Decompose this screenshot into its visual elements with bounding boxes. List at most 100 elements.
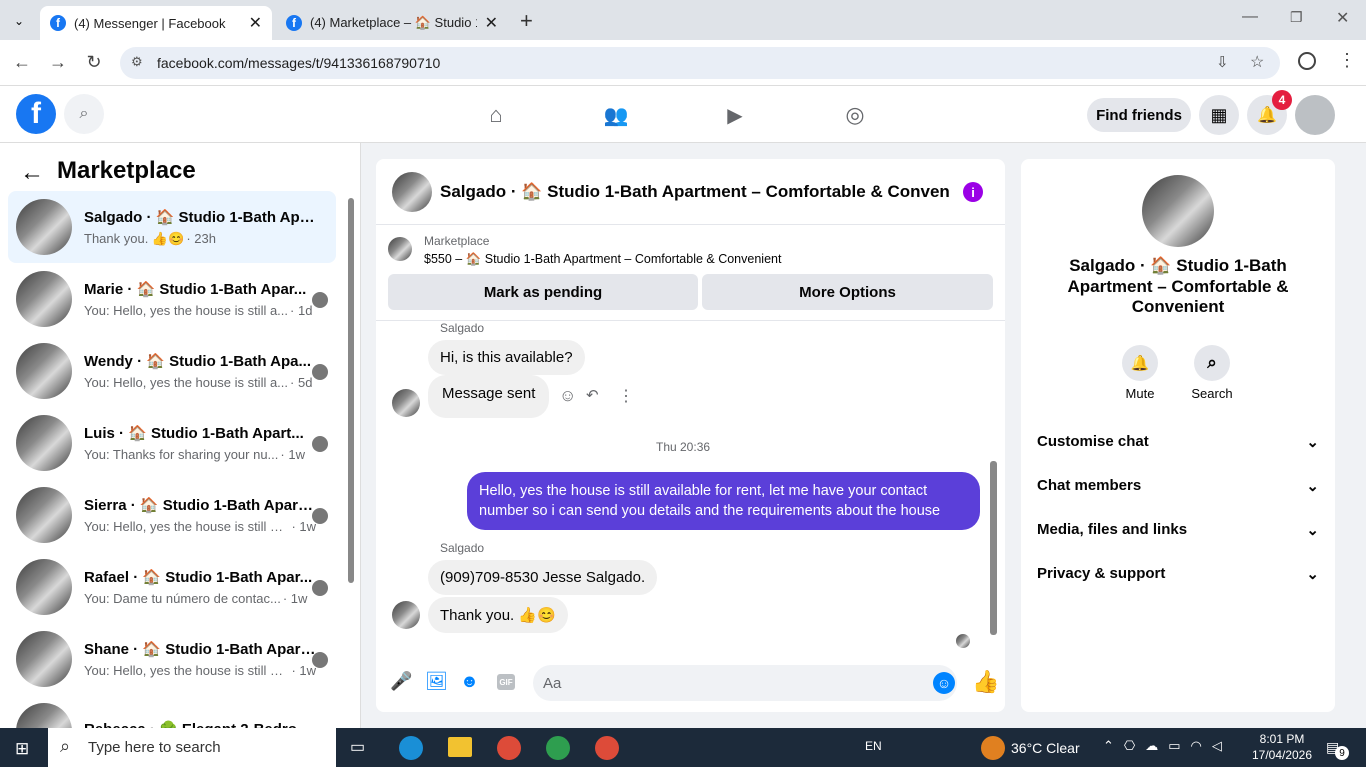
mute-bell-icon[interactable]: 🔔	[1122, 345, 1158, 381]
mark-as-pending-button[interactable]: Mark as pending	[388, 274, 698, 310]
more-options-button[interactable]: More Options	[702, 274, 993, 310]
conversation-preview: You: Hello, yes the house is still a...	[84, 303, 289, 318]
windows-start-icon[interactable]: ⊞	[15, 739, 29, 759]
browser-toolbar: ← → ↻ ⚙ facebook.com/messages/t/94133616…	[0, 40, 1366, 86]
customise-chat-item[interactable]: Customise chat ⌄	[1037, 433, 1319, 451]
system-tray-icons[interactable]: ⌃⎔☁▭◠◁	[1103, 738, 1232, 754]
menu-grid-icon[interactable]: ▦	[1199, 95, 1239, 135]
chrome-icon[interactable]	[546, 736, 570, 760]
bookmark-star-icon[interactable]: ☆	[1250, 52, 1264, 72]
chrome-icon[interactable]	[497, 736, 521, 760]
item-label: Customise chat	[1037, 433, 1149, 450]
chat-scrollbar[interactable]	[990, 461, 997, 635]
conversation-item[interactable]: Marie · 🏠 Studio 1-Bath Apar... You: Hell…	[8, 263, 336, 335]
address-bar[interactable]: ⚙ facebook.com/messages/t/94133616879071…	[120, 47, 1280, 79]
chat-details-panel: Salgado · 🏠 Studio 1-Bath Apartment – Co…	[1021, 159, 1335, 712]
conversation-preview-row: You: Hello, yes the house is still ava..…	[84, 663, 316, 678]
incoming-message[interactable]: Thank you. 👍😊	[428, 597, 568, 633]
seen-avatar	[956, 634, 970, 648]
emoji-icon[interactable]: ☺	[933, 672, 955, 694]
conversation-name: Marie · 🏠 Studio 1-Bath Apar...	[84, 281, 307, 298]
edge-icon[interactable]	[399, 736, 423, 760]
incoming-message[interactable]: (909)709-8530 Jesse Salgado.	[428, 560, 658, 595]
clock-date[interactable]: 17/04/2026	[1248, 748, 1316, 762]
conversation-preview: You: Thanks for sharing your nu...	[84, 447, 279, 462]
close-window-icon[interactable]: ✕	[1336, 8, 1349, 28]
language-indicator[interactable]: EN	[865, 739, 882, 753]
outgoing-message[interactable]: Hello, yes the house is still available …	[467, 472, 980, 530]
privacy-support-item[interactable]: Privacy & support ⌄	[1037, 565, 1319, 583]
conversation-item[interactable]: Shane · 🏠 Studio 1-Bath Apart... You: Hel…	[8, 623, 336, 695]
search-icon[interactable]: ⌕	[1194, 345, 1230, 381]
home-icon[interactable]: ⌂	[481, 100, 511, 130]
conversation-preview-row: You: Hello, yes the house is still a... ·…	[84, 375, 316, 390]
sender-avatar[interactable]	[392, 601, 420, 629]
file-explorer-icon[interactable]	[448, 737, 472, 757]
video-icon[interactable]: ▶	[720, 100, 750, 130]
read-receipt-avatar	[312, 436, 328, 452]
back-arrow-icon[interactable]: ←	[20, 159, 44, 187]
listing-detail[interactable]: $550 – 🏠 Studio 1-Bath Apartment – Comfo…	[424, 252, 781, 267]
forward-icon[interactable]: →	[46, 52, 70, 73]
photo-icon[interactable]: 🖼	[425, 671, 448, 692]
restore-icon[interactable]: ❐	[1290, 9, 1303, 26]
details-avatar[interactable]	[1142, 175, 1214, 247]
site-info-icon[interactable]: ⚙	[131, 54, 143, 70]
sender-avatar[interactable]	[392, 389, 420, 417]
react-icon[interactable]: ☺	[559, 386, 576, 406]
task-view-icon[interactable]: ▭	[350, 737, 365, 757]
facebook-logo-icon[interactable]: f	[16, 94, 56, 134]
sticker-icon[interactable]: ☻	[460, 671, 479, 692]
incoming-message[interactable]: Hi, is this available?	[428, 340, 585, 375]
conversation-preview-row: You: Thanks for sharing your nu... · 1w	[84, 447, 316, 462]
chat-members-item[interactable]: Chat members ⌄	[1037, 477, 1319, 495]
microphone-icon[interactable]: 🎤	[390, 671, 412, 692]
item-label: Privacy & support	[1037, 565, 1166, 582]
like-thumb-icon[interactable]: 👍	[972, 669, 999, 695]
weather-text[interactable]: 36°C Clear	[1011, 740, 1080, 756]
chevron-down-icon: ⌄	[1306, 566, 1319, 583]
close-tab-icon[interactable]: ✕	[485, 13, 498, 33]
conversation-item[interactable]: Luis · 🏠 Studio 1-Bath Apart... You: Than…	[8, 407, 336, 479]
conversation-time: · 1d	[290, 303, 313, 318]
clock-time[interactable]: 8:01 PM	[1254, 732, 1310, 746]
media-files-links-item[interactable]: Media, files and links ⌄	[1037, 521, 1319, 539]
tab-list-icon[interactable]: ⌄	[8, 10, 30, 32]
incoming-message[interactable]: Message sent	[428, 375, 550, 418]
close-tab-icon[interactable]: ✕	[249, 13, 262, 33]
gif-icon[interactable]: GIF	[497, 674, 515, 690]
reload-icon[interactable]: ↻	[82, 52, 106, 73]
tab-title: (4) Messenger | Facebook	[74, 15, 226, 31]
conversation-item[interactable]: Salgado · 🏠 Studio 1-Bath Apar... Thank y…	[8, 191, 336, 263]
friends-icon[interactable]: 👥	[601, 100, 631, 130]
conversation-preview: You: Hello, yes the house is still ava..…	[84, 663, 290, 678]
conversation-item[interactable]: Sierra · 🏠 Studio 1-Bath Apartm... You: H…	[8, 479, 336, 551]
new-tab-icon[interactable]: +	[520, 8, 533, 34]
tab-messenger[interactable]: f (4) Messenger | Facebook ✕	[40, 6, 272, 40]
more-kebab-icon[interactable]: ⋮	[618, 386, 634, 406]
menu-kebab-icon[interactable]: ⋮	[1338, 50, 1356, 71]
account-avatar[interactable]	[1295, 95, 1335, 135]
conversation-item[interactable]: Rebecca · 🌳 Elegant 2-Bedroo...	[8, 695, 336, 728]
message-input[interactable]: Aa	[533, 665, 957, 701]
chat-title[interactable]: Salgado · 🏠 Studio 1-Bath Apartment – Co…	[440, 182, 950, 202]
search-icon[interactable]: ⌕	[64, 94, 104, 134]
sidebar-scrollbar[interactable]	[348, 198, 354, 583]
profile-icon[interactable]	[1298, 52, 1316, 70]
conversation-item[interactable]: Rafael · 🏠 Studio 1-Bath Apar... You: Dam…	[8, 551, 336, 623]
info-icon[interactable]: i	[963, 182, 983, 202]
find-friends-button[interactable]: Find friends	[1087, 98, 1191, 132]
facebook-favicon-icon: f	[50, 15, 66, 31]
chrome-icon[interactable]	[595, 736, 619, 760]
tab-marketplace[interactable]: f (4) Marketplace – 🏠 Studio 1-Bath ✕	[276, 6, 508, 40]
chat-avatar[interactable]	[392, 172, 432, 212]
reply-icon[interactable]: ↶	[586, 386, 599, 404]
groups-icon[interactable]: ◎	[840, 100, 870, 130]
conversation-item[interactable]: Wendy · 🏠 Studio 1-Bath Apa... You: Hello…	[8, 335, 336, 407]
minimize-icon[interactable]: —	[1242, 8, 1258, 26]
read-receipt-avatar	[312, 580, 328, 596]
taskbar-search-input[interactable]: ⌕ Type here to search	[48, 728, 336, 767]
conversation-preview: You: Dame tu número de contac...	[84, 591, 281, 606]
back-icon[interactable]: ←	[10, 52, 34, 73]
install-app-icon[interactable]: ⇩	[1216, 53, 1229, 71]
